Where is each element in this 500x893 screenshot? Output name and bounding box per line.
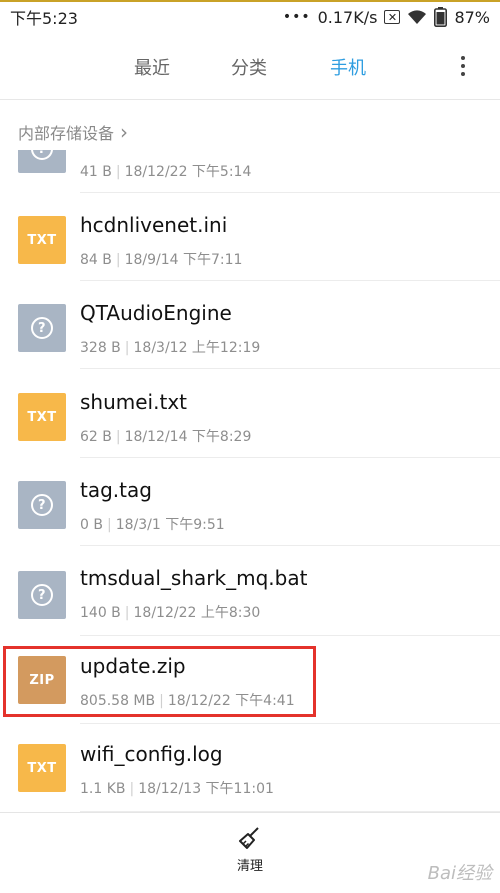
file-name: QTAudioEngine	[80, 301, 232, 325]
status-time: 下午5:23	[10, 9, 78, 28]
wifi-icon	[407, 9, 427, 25]
sim-off-icon: ✕	[384, 10, 401, 24]
battery-icon	[434, 7, 448, 27]
status-right: ••• 0.17K/s ✕ 87%	[283, 7, 490, 27]
list-item[interactable]: ZIP update.zip 805.58 MB | 18/12/22 下午4:41	[0, 636, 500, 724]
tab-category[interactable]: 分类	[231, 54, 267, 80]
breadcrumb-label: 内部存储设备	[18, 124, 115, 143]
notification-dots-icon: •••	[282, 9, 311, 25]
unknown-file-icon: ?	[18, 150, 66, 173]
txt-file-icon: TXT	[18, 393, 66, 441]
battery-percent: 87%	[454, 7, 490, 27]
file-name: update.zip	[80, 654, 186, 678]
file-meta: 1.1 KB | 18/12/13 下午11:01	[80, 781, 274, 797]
list-item[interactable]: ? 41 B|18/12/22 下午5:14	[0, 150, 500, 193]
status-bar: 下午5:23 ••• 0.17K/s ✕ 87%	[0, 2, 500, 32]
file-name: wifi_config.log	[80, 742, 223, 766]
broom-icon	[239, 827, 259, 849]
file-meta: 84 B | 18/9/14 下午7:11	[80, 252, 243, 268]
list-item[interactable]: ? tag.tag 0 B | 18/3/1 下午9:51	[0, 458, 500, 546]
unknown-file-icon: ?	[18, 571, 66, 619]
file-meta: 328 B | 18/3/12 上午12:19	[80, 340, 261, 356]
chevron-right-icon: ›	[120, 120, 129, 144]
tab-bar: 最近 分类 手机	[0, 32, 500, 100]
file-meta: 41 B | 18/12/22 下午5:14	[80, 164, 252, 180]
unknown-file-icon: ?	[18, 481, 66, 529]
file-meta: 140 B | 18/12/22 上午8:30	[80, 605, 261, 621]
file-meta: 805.58 MB | 18/12/22 下午4:41	[80, 693, 295, 709]
more-options-icon[interactable]	[458, 50, 468, 82]
tab-recent[interactable]: 最近	[134, 54, 170, 80]
list-item[interactable]: TXT wifi_config.log 1.1 KB | 18/12/13 下午11…	[0, 724, 500, 812]
bottom-bar: 清理 Bai经验	[0, 812, 500, 893]
list-item[interactable]: ? tmsdual_shark_mq.bat 140 B | 18/12/22 上午…	[0, 548, 500, 636]
unknown-file-icon: ?	[18, 304, 66, 352]
txt-file-icon: TXT	[18, 744, 66, 792]
tab-phone[interactable]: 手机	[330, 54, 366, 80]
file-meta: 62 B | 18/12/14 下午8:29	[80, 429, 252, 445]
list-item[interactable]: ? QTAudioEngine 328 B | 18/3/12 上午12:19	[0, 281, 500, 369]
clean-button[interactable]: 清理	[230, 825, 270, 874]
clean-label: 清理	[236, 859, 263, 874]
breadcrumb[interactable]: 内部存储设备 ›	[18, 120, 128, 144]
list-item[interactable]: TXT shumei.txt 62 B | 18/12/14 下午8:29	[0, 370, 500, 458]
file-name: shumei.txt	[80, 390, 187, 414]
network-speed: 0.17K/s	[317, 7, 378, 27]
zip-file-icon: ZIP	[18, 656, 66, 704]
list-item[interactable]: TXT hcdnlivenet.ini 84 B | 18/9/14 下午7:11	[0, 193, 500, 281]
file-name: tmsdual_shark_mq.bat	[80, 566, 308, 590]
file-list: ? 41 B|18/12/22 下午5:14 TXT hcdnlivenet.i…	[0, 150, 500, 812]
watermark-logo: Bai经验	[427, 863, 492, 884]
txt-file-icon: TXT	[18, 216, 66, 264]
file-name: hcdnlivenet.ini	[80, 213, 228, 237]
file-meta: 0 B | 18/3/1 下午9:51	[80, 517, 225, 533]
file-name: tag.tag	[80, 478, 152, 502]
